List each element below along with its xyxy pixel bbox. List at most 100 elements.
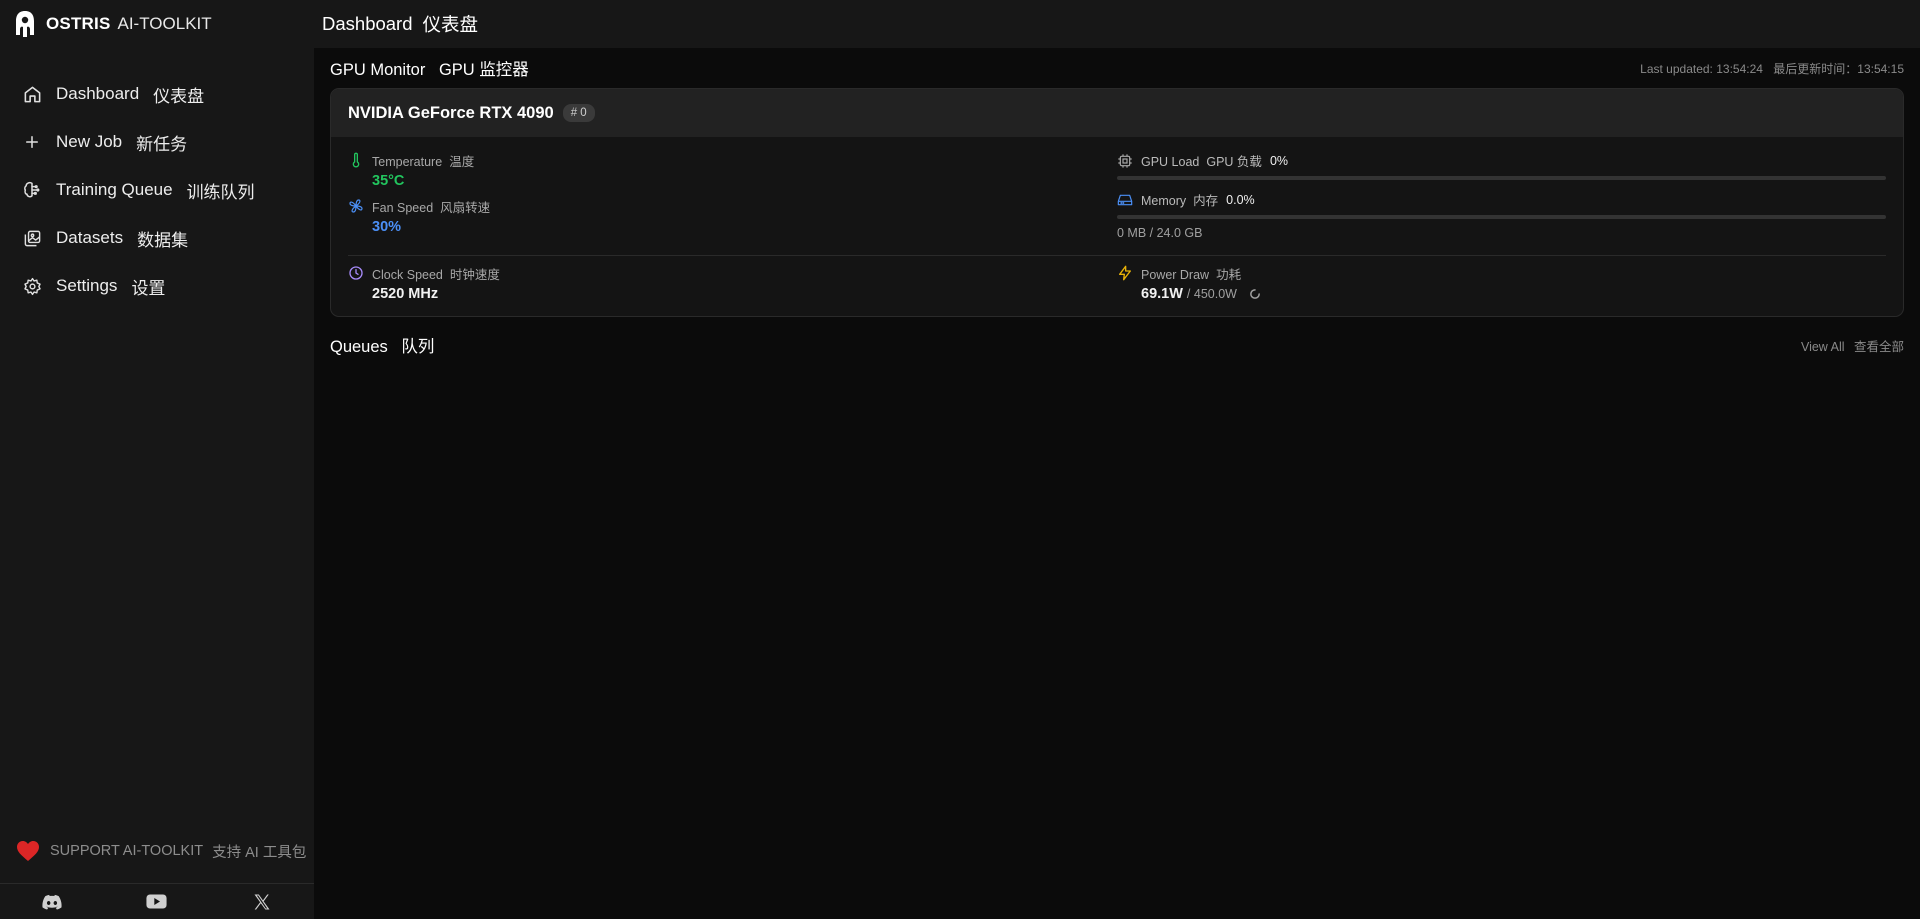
gpu-monitor-title-zh: GPU 监控器 bbox=[438, 61, 529, 79]
temperature-stat: Temperature 温度 35°C bbox=[348, 151, 1117, 189]
clock-speed-text: Clock Speed 时钟速度 2520 MHz bbox=[372, 264, 500, 302]
clock-speed-label-en: Clock Speed bbox=[372, 268, 443, 282]
power-draw-max: / 450.0W bbox=[1186, 287, 1237, 301]
memory-label-en: Memory bbox=[1141, 194, 1187, 208]
gpu-load-bar bbox=[1117, 176, 1886, 180]
memory-value: 0.0% bbox=[1226, 192, 1255, 207]
sidebar-item-label-zh: 仪表盘 bbox=[153, 86, 205, 106]
gpu-stats-row-top: Temperature 温度 35°C Fan Speed 风扇转速 30% G… bbox=[348, 151, 1886, 243]
loading-spinner-icon bbox=[1250, 289, 1260, 299]
gpu-card-body: Temperature 温度 35°C Fan Speed 风扇转速 30% G… bbox=[331, 137, 1903, 316]
sidebar-item-new-job[interactable]: New Job 新任务 bbox=[0, 118, 314, 166]
last-updated-zh: 最后更新时间：13:54:15 bbox=[1773, 61, 1904, 76]
fan-icon bbox=[349, 199, 363, 213]
sidebar-item-settings[interactable]: Settings 设置 bbox=[0, 262, 314, 310]
main-area: Dashboard 仪表盘 GPU Monitor GPU 监控器 Last u… bbox=[314, 0, 1920, 919]
brand[interactable]: OSTRIS AI-TOOLKIT bbox=[0, 0, 314, 48]
brand-name-bold: OSTRIS bbox=[46, 14, 111, 33]
support-label-zh: 支持 AI 工具包 bbox=[212, 844, 307, 861]
sidebar-item-dashboard[interactable]: Dashboard 仪表盘 bbox=[0, 70, 314, 118]
x-icon[interactable] bbox=[251, 891, 273, 913]
sidebar-item-label-zh: 数据集 bbox=[137, 230, 189, 250]
page-title: Dashboard bbox=[322, 13, 413, 34]
ostris-logo-icon bbox=[16, 11, 34, 37]
queues-title-en: Queues bbox=[330, 338, 388, 356]
fan-speed-text: Fan Speed 风扇转速 30% bbox=[372, 197, 490, 235]
fan-speed-label: Fan Speed 风扇转速 bbox=[372, 197, 490, 216]
sidebar: OSTRIS AI-TOOLKIT Dashboard 仪表盘 New Job … bbox=[0, 0, 314, 919]
power-draw-label-en: Power Draw bbox=[1141, 268, 1210, 282]
dashboard-content: GPU Monitor GPU 监控器 Last updated: 13:54:… bbox=[314, 48, 1920, 361]
power-draw-stat: Power Draw 功耗 69.1W / 450.0W bbox=[1117, 264, 1886, 302]
gpu-stats-right: GPU Load GPU 负载 0% Memory 内存 0.0% 0 MB /… bbox=[1117, 151, 1886, 243]
gpu-load-value: 0% bbox=[1269, 153, 1289, 168]
sidebar-item-label: Datasets bbox=[56, 228, 124, 247]
sidebar-item-label-zh: 训练队列 bbox=[186, 182, 255, 202]
brain-icon bbox=[22, 180, 42, 200]
app-root: OSTRIS AI-TOOLKIT Dashboard 仪表盘 New Job … bbox=[0, 0, 1920, 919]
social-links bbox=[0, 883, 314, 919]
sidebar-item-label: Training Queue bbox=[56, 180, 173, 199]
clock-speed-stat: Clock Speed 时钟速度 2520 MHz bbox=[348, 264, 1117, 302]
sidebar-item-label: New Job bbox=[56, 132, 123, 151]
last-updated-en: Last updated: 13:54:24 bbox=[1640, 61, 1763, 76]
sidebar-nav: Dashboard 仪表盘 New Job 新任务 Training Queue… bbox=[0, 70, 314, 310]
clock-speed-label-zh: 时钟速度 bbox=[449, 268, 500, 282]
gpu-load-stat: GPU Load GPU 负载 0% bbox=[1117, 151, 1886, 180]
queues-title-zh: 队列 bbox=[401, 338, 435, 356]
sidebar-item-datasets[interactable]: Datasets 数据集 bbox=[0, 214, 314, 262]
fan-speed-stat: Fan Speed 风扇转速 30% bbox=[348, 197, 1117, 235]
memory-label-zh: 内存 bbox=[1193, 194, 1219, 208]
gpu-load-label-zh: GPU 负载 bbox=[1206, 155, 1262, 169]
power-draw-text: Power Draw 功耗 69.1W / 450.0W bbox=[1141, 264, 1260, 302]
gpu-monitor-title-en: GPU Monitor bbox=[330, 61, 426, 79]
memory-label: Memory 内存 bbox=[1141, 190, 1218, 209]
support-link[interactable]: SUPPORT AI-TOOLKIT 支持 AI 工具包 bbox=[16, 840, 306, 862]
youtube-icon[interactable] bbox=[146, 891, 168, 913]
clock-speed-label: Clock Speed 时钟速度 bbox=[372, 264, 500, 283]
sidebar-item-label: Dashboard bbox=[56, 84, 140, 103]
clock-icon bbox=[349, 266, 363, 280]
page-title-zh: 仪表盘 bbox=[422, 14, 479, 35]
temperature-label-zh: 温度 bbox=[449, 155, 475, 169]
memory-stat: Memory 内存 0.0% 0 MB / 24.0 GB bbox=[1117, 190, 1886, 240]
last-updated: Last updated: 13:54:24 最后更新时间：13:54:15 bbox=[1640, 60, 1904, 77]
gpu-name: NVIDIA GeForce RTX 4090 bbox=[348, 103, 554, 122]
clock-speed-col: Clock Speed 时钟速度 2520 MHz bbox=[348, 264, 1117, 302]
queues-header: Queues 队列 View All 查看全部 bbox=[330, 329, 1904, 361]
temperature-text: Temperature 温度 35°C bbox=[372, 151, 474, 189]
gpu-stats-row-bottom: Clock Speed 时钟速度 2520 MHz Power Draw 功耗 bbox=[348, 264, 1886, 316]
memory-detail: 0 MB / 24.0 GB bbox=[1117, 226, 1203, 240]
fan-speed-value: 30% bbox=[372, 219, 402, 235]
gpu-index-badge: # 0 bbox=[562, 104, 595, 122]
gpu-stats-left: Temperature 温度 35°C Fan Speed 风扇转速 30% bbox=[348, 151, 1117, 243]
heart-icon bbox=[17, 841, 39, 861]
gpu-monitor-header: GPU Monitor GPU 监控器 Last updated: 13:54:… bbox=[330, 48, 1904, 88]
gpu-card-header: NVIDIA GeForce RTX 4090 # 0 bbox=[331, 89, 1903, 137]
images-icon bbox=[22, 228, 42, 248]
top-bar: Dashboard 仪表盘 bbox=[314, 0, 1920, 48]
fan-speed-label-en: Fan Speed bbox=[372, 201, 434, 215]
discord-icon[interactable] bbox=[41, 891, 63, 913]
fan-speed-label-zh: 风扇转速 bbox=[440, 201, 491, 215]
thermometer-icon bbox=[352, 152, 360, 168]
gpu-load-label-en: GPU Load bbox=[1141, 155, 1200, 169]
gpu-load-label: GPU Load GPU 负载 bbox=[1141, 151, 1262, 170]
sidebar-item-label-zh: 新任务 bbox=[136, 134, 188, 154]
gpu-monitor-title: GPU Monitor GPU 监控器 bbox=[330, 56, 529, 80]
view-all-link[interactable]: View All 查看全部 bbox=[1801, 336, 1904, 355]
temperature-value: 35°C bbox=[372, 173, 405, 189]
view-all-zh: 查看全部 bbox=[1853, 339, 1904, 354]
power-draw-line: 69.1W / 450.0W bbox=[1141, 286, 1260, 302]
sidebar-item-training-queue[interactable]: Training Queue 训练队列 bbox=[0, 166, 314, 214]
queues-title: Queues 队列 bbox=[330, 333, 434, 357]
brand-name-rest: AI-TOOLKIT bbox=[117, 14, 212, 33]
home-icon bbox=[22, 84, 42, 104]
view-all-en: View All bbox=[1800, 339, 1845, 354]
gpu-load-row: GPU Load GPU 负载 0% bbox=[1117, 151, 1886, 170]
gpu-card: NVIDIA GeForce RTX 4090 # 0 Temperature 温… bbox=[330, 88, 1904, 317]
power-draw-col: Power Draw 功耗 69.1W / 450.0W bbox=[1117, 264, 1886, 302]
plus-icon bbox=[22, 132, 42, 152]
power-draw-label: Power Draw 功耗 bbox=[1141, 264, 1260, 283]
temperature-label-en: Temperature bbox=[372, 155, 443, 169]
